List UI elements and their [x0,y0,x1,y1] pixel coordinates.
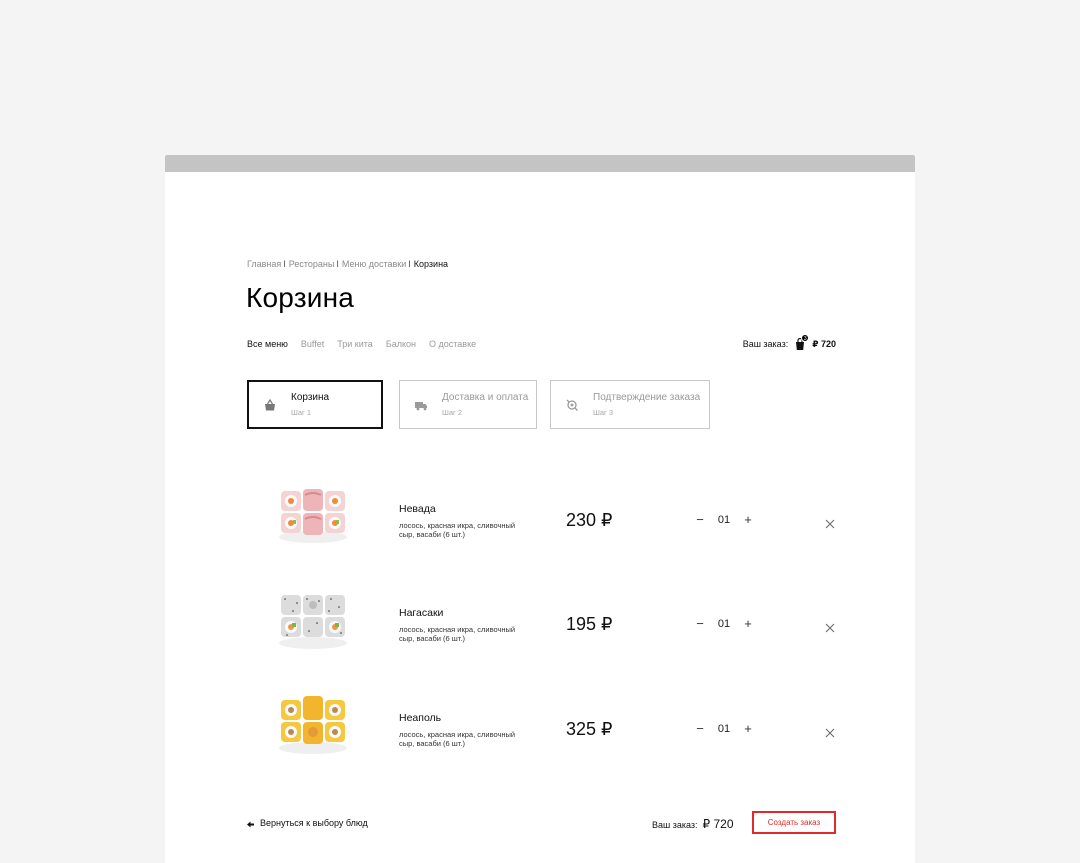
increase-button[interactable]: + [742,617,754,630]
arrow-left-icon [247,820,254,827]
back-link-label: Вернуться к выбору блюд [260,818,368,828]
item-name: Нагасаки [399,607,444,619]
quantity-stepper: − 01 + [694,513,754,526]
tab-all-menu[interactable]: Все меню [247,339,288,349]
shopping-bag-icon[interactable]: 3 [793,334,810,351]
cart-item: Невада лосось, красная икра, сливочный с… [247,473,836,553]
step-number: Шаг 3 [593,408,614,417]
step-label: Доставка и оплата [442,392,529,403]
order-total-amount: ₽ 720 [702,817,734,831]
item-name: Невада [399,503,436,515]
breadcrumb-separator: I [336,259,339,269]
item-description: лосось, красная икра, сливочный сыр, вас… [399,730,516,748]
page-title: Корзина [246,282,355,313]
increase-button[interactable]: + [742,722,754,735]
quantity-value: 01 [717,723,731,735]
sushi-roll-nagasaki-image [273,577,353,657]
sushi-roll-nevada-image [273,473,353,553]
quantity-stepper: − 01 + [694,722,754,735]
breadcrumb-separator: I [283,259,286,269]
item-price: 195 ₽ [566,614,613,634]
tab-balkon[interactable]: Балкон [386,339,416,349]
step-confirmation[interactable]: Подтверждение заказа Шаг 3 [550,380,710,429]
increase-button[interactable]: + [742,513,754,526]
step-delivery-payment[interactable]: Доставка и оплата Шаг 2 [399,380,537,429]
item-description: лосось, красная икра, сливочный сыр, вас… [399,625,516,643]
step-cart[interactable]: Корзина Шаг 1 [247,380,383,429]
cart-item: Неаполь лосось, красная икра, сливочный … [247,682,836,762]
tab-tri-kita[interactable]: Три кита [337,339,373,349]
cart-page: Главная I Рестораны I Меню доставки I Корзина … [246,155,836,863]
step-label: Корзина [291,392,330,403]
step-number: Шаг 2 [442,408,463,417]
order-summary-amount: ₽ 720 [812,338,836,349]
item-price: 325 ₽ [566,719,613,739]
shopping-basket-icon [263,398,277,412]
browser-window: Главная I Рестораны I Меню доставки I Корзина … [165,155,915,863]
tab-buffet[interactable]: Buffet [301,339,324,349]
cart-footer: Вернуться к выбору блюд Ваш заказ: ₽ 720… [247,811,836,835]
order-total: Ваш заказ: ₽ 720 [652,817,734,831]
cart-count-badge: 3 [801,334,810,342]
quantity-stepper: − 01 + [694,617,754,630]
breadcrumb-current: Корзина [413,259,449,269]
step-label: Подтверждение заказа [593,392,701,403]
breadcrumb: Главная I Рестораны I Меню доставки I Корзина [247,259,448,269]
step-number: Шаг 1 [291,408,312,417]
close-icon[interactable] [825,620,835,633]
confirmation-icon [565,398,579,412]
menu-tabs: Все меню Buffet Три кита Балкон О достав… [247,339,476,349]
order-total-label: Ваш заказ: [652,820,698,830]
back-to-menu-link[interactable]: Вернуться к выбору блюд [247,818,368,828]
breadcrumb-separator: I [408,259,411,269]
close-icon[interactable] [825,516,835,529]
breadcrumb-home[interactable]: Главная [247,259,281,269]
decrease-button[interactable]: − [694,513,706,526]
decrease-button[interactable]: − [694,722,706,735]
order-summary[interactable]: Ваш заказ: 3 ₽ 720 [742,334,836,351]
quantity-value: 01 [717,514,731,526]
quantity-value: 01 [717,618,731,630]
delivery-truck-icon [414,398,428,412]
cart-item: Нагасаки лосось, красная икра, сливочный… [247,577,836,657]
close-icon[interactable] [825,725,835,738]
breadcrumb-delivery-menu[interactable]: Меню доставки [342,259,406,269]
breadcrumb-restaurants[interactable]: Рестораны [289,259,335,269]
decrease-button[interactable]: − [694,617,706,630]
item-description: лосось, красная икра, сливочный сыр, вас… [399,521,516,539]
create-order-button[interactable]: Создать заказ [752,811,836,834]
item-price: 230 ₽ [566,510,613,530]
order-summary-label: Ваш заказ: [742,339,789,349]
sushi-roll-neapol-image [273,682,353,762]
item-name: Неаполь [399,712,442,724]
tab-delivery-info[interactable]: О доставке [429,339,476,349]
